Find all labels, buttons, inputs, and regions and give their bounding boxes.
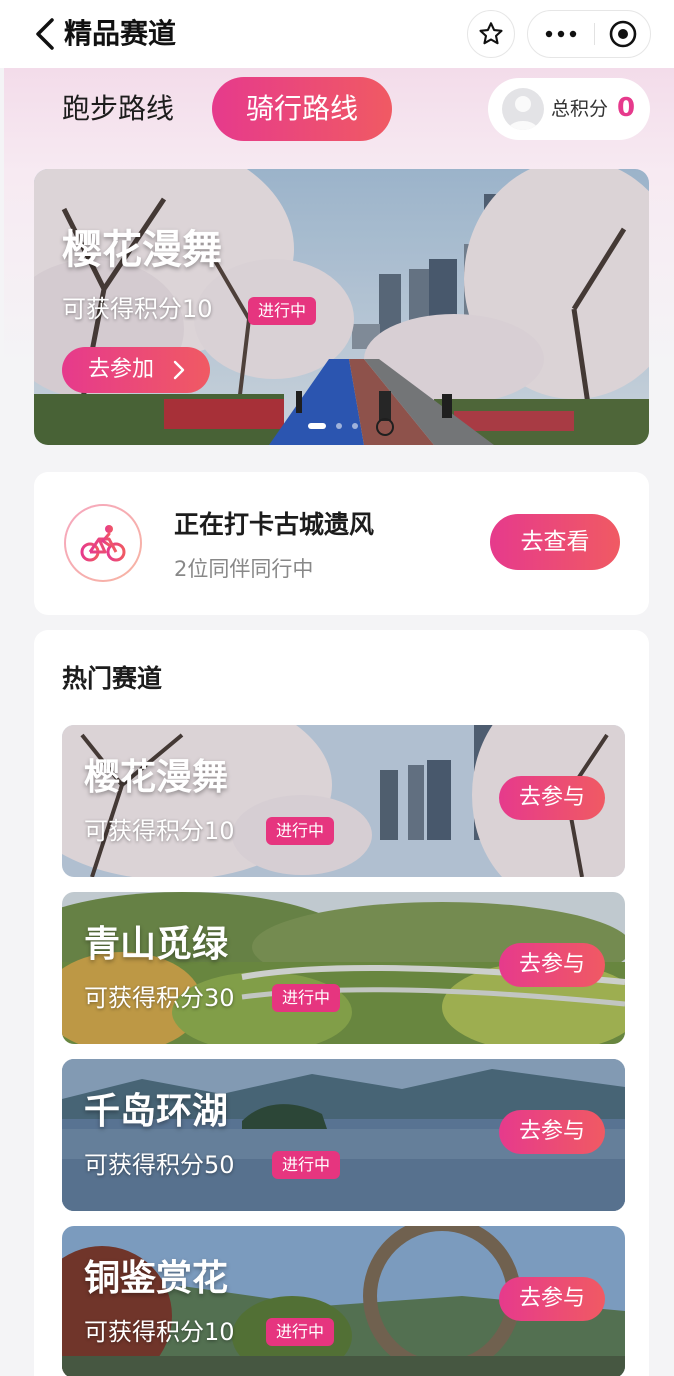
track-name: 青山觅绿 xyxy=(84,924,229,965)
participate-button[interactable]: 去参与 xyxy=(499,1110,605,1154)
carousel-indicator xyxy=(308,421,378,431)
checkin-status-card: 正在打卡古城遗风 2位同伴同行中 去查看 xyxy=(34,472,649,615)
track-name: 樱花漫舞 xyxy=(84,757,229,798)
banner-points-text: 可获得积分10 xyxy=(62,295,213,323)
total-points-value: 0 xyxy=(617,93,636,123)
record-target-icon[interactable] xyxy=(595,11,651,57)
section-title: 热门赛道 xyxy=(62,664,163,693)
nav-bar: 精品赛道 xyxy=(0,0,674,68)
more-dots-icon[interactable] xyxy=(528,11,594,57)
carousel-dot-active[interactable] xyxy=(308,423,326,429)
checkin-title: 正在打卡古城遗风 xyxy=(174,510,375,539)
track-card-tongjian-flowers[interactable]: 铜鉴赏花 可获得积分10 进行中 去参与 xyxy=(62,1226,625,1376)
status-badge: 进行中 xyxy=(266,817,335,845)
track-name: 铜鉴赏花 xyxy=(84,1258,229,1299)
avatar xyxy=(502,88,544,130)
carousel-dot[interactable] xyxy=(352,423,358,429)
mini-program-capsule xyxy=(527,10,651,58)
track-points: 可获得积分50 xyxy=(84,1151,235,1179)
track-name: 千岛环湖 xyxy=(84,1091,229,1132)
track-points: 可获得积分10 xyxy=(84,1318,235,1346)
status-badge: 进行中 xyxy=(272,984,341,1012)
back-arrow-icon[interactable] xyxy=(32,14,60,54)
tab-cycling-routes[interactable]: 骑行路线 xyxy=(212,77,392,141)
total-points-pill[interactable]: 总积分 0 xyxy=(488,78,650,140)
star-icon[interactable] xyxy=(467,10,515,58)
status-badge: 进行中 xyxy=(248,297,317,325)
carousel-dot[interactable] xyxy=(336,423,342,429)
page-title: 精品赛道 xyxy=(64,17,177,50)
featured-banner[interactable]: 樱花漫舞 可获得积分10 进行中 去参加 xyxy=(34,169,649,445)
chevron-right-icon xyxy=(173,360,185,380)
track-card-thousand-islands-lake[interactable]: 千岛环湖 可获得积分50 进行中 去参与 xyxy=(62,1059,625,1211)
status-badge: 进行中 xyxy=(272,1151,341,1179)
tab-running-routes[interactable]: 跑步路线 xyxy=(62,88,174,130)
participate-button[interactable]: 去参与 xyxy=(499,1277,605,1321)
track-card-cherry-blossom[interactable]: 樱花漫舞 可获得积分10 进行中 去参与 xyxy=(62,725,625,877)
checkin-companions: 2位同伴同行中 xyxy=(174,557,314,581)
view-button[interactable]: 去查看 xyxy=(490,514,620,570)
track-points: 可获得积分10 xyxy=(84,817,235,845)
participate-button[interactable]: 去参与 xyxy=(499,776,605,820)
join-button[interactable]: 去参加 xyxy=(62,347,210,393)
join-button-label: 去参加 xyxy=(88,357,155,382)
cycling-icon xyxy=(80,525,126,562)
banner-title: 樱花漫舞 xyxy=(62,227,222,273)
cycling-icon-badge xyxy=(64,504,142,582)
status-badge: 进行中 xyxy=(266,1318,335,1346)
track-card-green-hills[interactable]: 青山觅绿 可获得积分30 进行中 去参与 xyxy=(62,892,625,1044)
total-points-label: 总积分 xyxy=(551,98,609,120)
participate-button[interactable]: 去参与 xyxy=(499,943,605,987)
hot-tracks-section: 热门赛道 樱花漫舞 可获得积分10 进行中 去参与 青山觅绿 可获得积分30 进… xyxy=(34,630,649,1376)
track-points: 可获得积分30 xyxy=(84,984,235,1012)
